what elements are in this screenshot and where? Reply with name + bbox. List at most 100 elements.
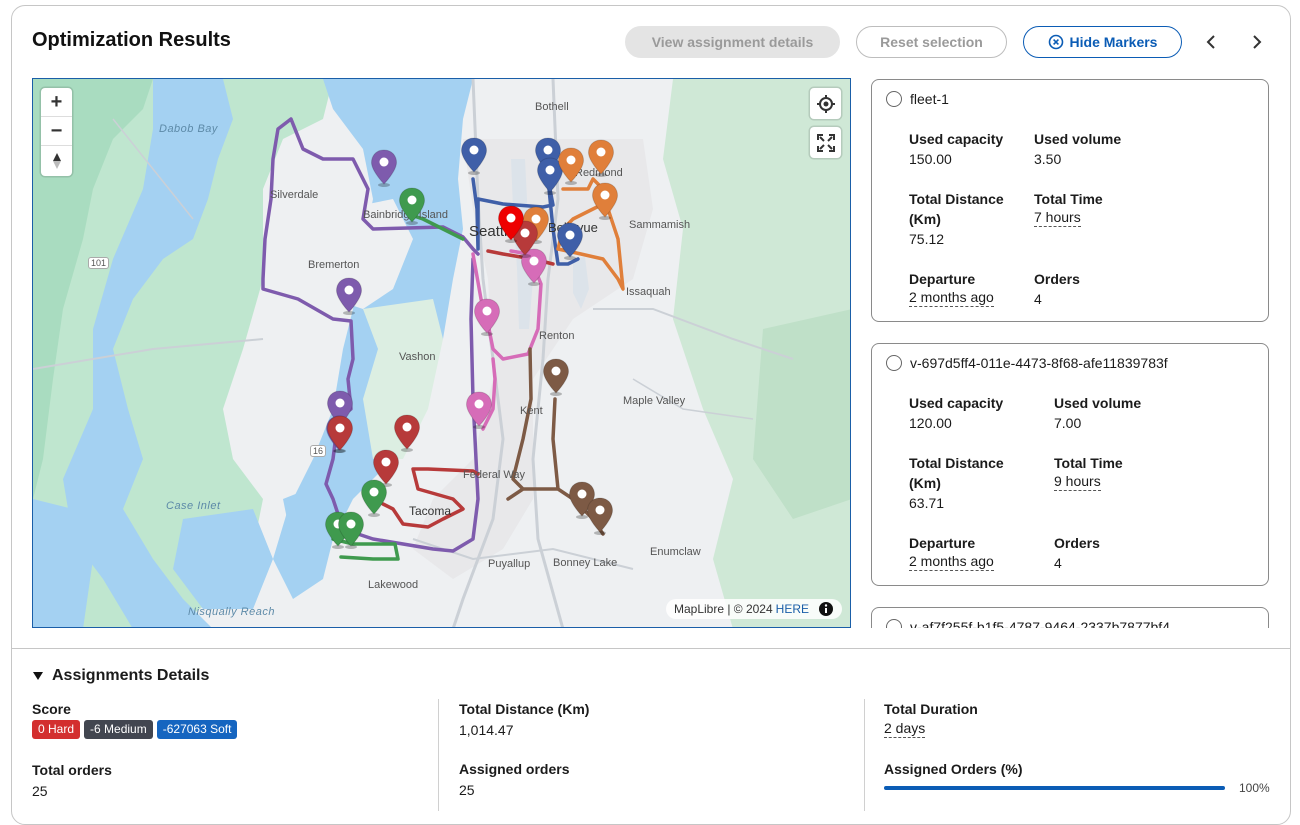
departure-value[interactable]: 2 months ago xyxy=(909,553,994,571)
total-orders-value: 25 xyxy=(32,783,48,799)
hide-markers-button[interactable]: Hide Markers xyxy=(1023,26,1182,58)
score-hard-badge: 0 Hard xyxy=(32,720,81,739)
stop-marker-icon[interactable] xyxy=(326,415,354,453)
stop-marker-icon[interactable] xyxy=(398,187,426,225)
total-duration-label: Total Duration xyxy=(884,701,978,717)
vehicle-radio[interactable] xyxy=(886,355,902,371)
departure-value[interactable]: 2 months ago xyxy=(909,289,994,307)
total-orders-label: Total orders xyxy=(32,762,112,778)
map-label-nisqually-reach: Nisqually Reach xyxy=(188,606,275,618)
map-label-silverdale: Silverdale xyxy=(270,189,319,201)
route-map[interactable]: Dabob Bay Silverdale Bainbridge Island B… xyxy=(32,78,851,628)
map-label-vashon: Vashon xyxy=(399,351,436,363)
view-assignment-details-button[interactable]: View assignment details xyxy=(625,26,840,58)
map-label-dabob-bay: Dabob Bay xyxy=(159,123,218,135)
assignments-details-toggle[interactable]: Assignments Details xyxy=(32,667,209,685)
map-label-tacoma: Tacoma xyxy=(409,504,452,518)
close-circle-icon xyxy=(1048,34,1063,50)
map-label-kent: Kent xyxy=(520,405,543,417)
stop-marker-icon[interactable] xyxy=(586,497,614,535)
vehicle-list[interactable]: fleet-1 Used capacity 150.00 Used volume 3… xyxy=(870,78,1270,628)
vehicle-card[interactable]: v-697d5ff4-011e-4473-8f68-afe11839783f U… xyxy=(871,343,1269,586)
used-capacity-label: Used capacity xyxy=(909,131,1004,147)
vehicle-radio[interactable] xyxy=(886,91,902,107)
orders-label: Orders xyxy=(1054,535,1100,551)
stop-marker-icon[interactable] xyxy=(473,298,501,336)
map-label-federal-way: Federal Way xyxy=(463,469,525,481)
geolocate-icon[interactable] xyxy=(810,88,841,119)
map-label-puyallup: Puyallup xyxy=(488,558,531,570)
stop-marker-icon[interactable] xyxy=(460,137,488,175)
stop-marker-icon[interactable] xyxy=(393,414,421,452)
used-volume-value: 7.00 xyxy=(1054,415,1082,431)
departure-label: Departure xyxy=(909,271,976,287)
score-soft-badge: -627063 Soft xyxy=(156,720,238,739)
assigned-orders-progress-value: 100% xyxy=(1239,781,1270,795)
page-title: Optimization Results xyxy=(32,29,231,51)
stop-marker-icon[interactable] xyxy=(542,358,570,396)
total-distance-label: Total Distance (Km) xyxy=(909,455,1004,491)
map-label-sammamish: Sammamish xyxy=(629,219,691,231)
stop-marker-icon[interactable] xyxy=(591,182,619,220)
total-distance-value: 75.12 xyxy=(909,231,945,247)
score-medium-badge: -6 Medium xyxy=(84,720,153,739)
zoom-out-button[interactable]: − xyxy=(41,117,72,146)
assigned-pct-section: Assigned Orders (%) xyxy=(884,760,1022,778)
total-distance-value: 63.71 xyxy=(909,495,945,511)
compass-icon[interactable] xyxy=(41,146,72,175)
vehicle-name: v-af7f255f-b1f5-4787-9464-2337b7877bf4 xyxy=(910,619,1170,628)
map-label-maple-valley: Maple Valley xyxy=(623,395,686,407)
score-label: Score xyxy=(32,701,71,717)
map-label-enumclaw: Enumclaw xyxy=(650,546,701,558)
stop-marker-icon[interactable] xyxy=(587,139,615,177)
total-time-label: Total Time xyxy=(1054,455,1123,471)
map-label-bothell: Bothell xyxy=(535,101,569,113)
total-orders-section: Total orders 25 xyxy=(32,761,112,801)
orders-value: 4 xyxy=(1054,555,1062,571)
assignments-details-title: Assignments Details xyxy=(52,667,210,684)
map-label-case-inlet: Case Inlet xyxy=(166,500,221,512)
zoom-in-button[interactable]: + xyxy=(41,88,72,117)
assigned-orders-value: 25 xyxy=(459,782,475,798)
total-distance-value: 1,014.47 xyxy=(459,722,514,738)
stop-marker-icon[interactable] xyxy=(370,149,398,187)
vehicle-name: fleet-1 xyxy=(910,91,949,107)
total-time-value[interactable]: 9 hours xyxy=(1054,473,1101,491)
departure-label: Departure xyxy=(909,535,976,551)
map-attribution: MapLibre | © 2024 HERE xyxy=(665,599,842,619)
column-separator xyxy=(864,699,865,811)
info-icon[interactable] xyxy=(818,601,834,617)
attribution-text: MapLibre | © 2024 xyxy=(673,602,773,616)
stop-marker-icon[interactable] xyxy=(335,277,363,315)
caret-down-icon xyxy=(33,672,43,680)
total-time-value[interactable]: 7 hours xyxy=(1034,209,1081,227)
next-arrow-icon[interactable] xyxy=(1244,30,1268,54)
stop-marker-icon[interactable] xyxy=(337,511,365,549)
used-capacity-value: 120.00 xyxy=(909,415,952,431)
total-duration-section: Total Duration 2 days xyxy=(884,700,978,738)
reset-selection-button[interactable]: Reset selection xyxy=(856,26,1007,58)
stop-marker-icon[interactable] xyxy=(465,391,493,429)
vehicle-card[interactable]: v-af7f255f-b1f5-4787-9464-2337b7877bf4 xyxy=(871,607,1269,628)
vehicle-name: v-697d5ff4-011e-4473-8f68-afe11839783f xyxy=(910,355,1168,371)
previous-arrow-icon[interactable] xyxy=(1200,30,1224,54)
stop-marker-icon[interactable] xyxy=(556,222,584,260)
attribution-link[interactable]: HERE xyxy=(776,602,809,616)
stop-marker-icon[interactable] xyxy=(557,147,585,185)
highway-shield-16: 16 xyxy=(310,445,327,457)
used-capacity-label: Used capacity xyxy=(909,395,1004,411)
total-distance-section: Total Distance (Km) 1,014.47 xyxy=(459,700,589,740)
section-divider xyxy=(12,648,1290,649)
fullscreen-icon[interactable] xyxy=(810,127,841,158)
vehicle-card[interactable]: fleet-1 Used capacity 150.00 Used volume 3… xyxy=(871,79,1269,322)
vehicle-radio[interactable] xyxy=(886,619,902,628)
depot-marker-icon[interactable] xyxy=(497,205,525,243)
assigned-orders-progress-bar xyxy=(884,786,1225,790)
used-volume-label: Used volume xyxy=(1034,131,1122,147)
total-duration-value[interactable]: 2 days xyxy=(884,720,926,738)
assigned-orders-section: Assigned orders 25 xyxy=(459,760,569,800)
orders-label: Orders xyxy=(1034,271,1080,287)
total-time-label: Total Time xyxy=(1034,191,1103,207)
map-label-lakewood: Lakewood xyxy=(368,579,419,591)
zoom-controls: + − xyxy=(41,88,72,176)
